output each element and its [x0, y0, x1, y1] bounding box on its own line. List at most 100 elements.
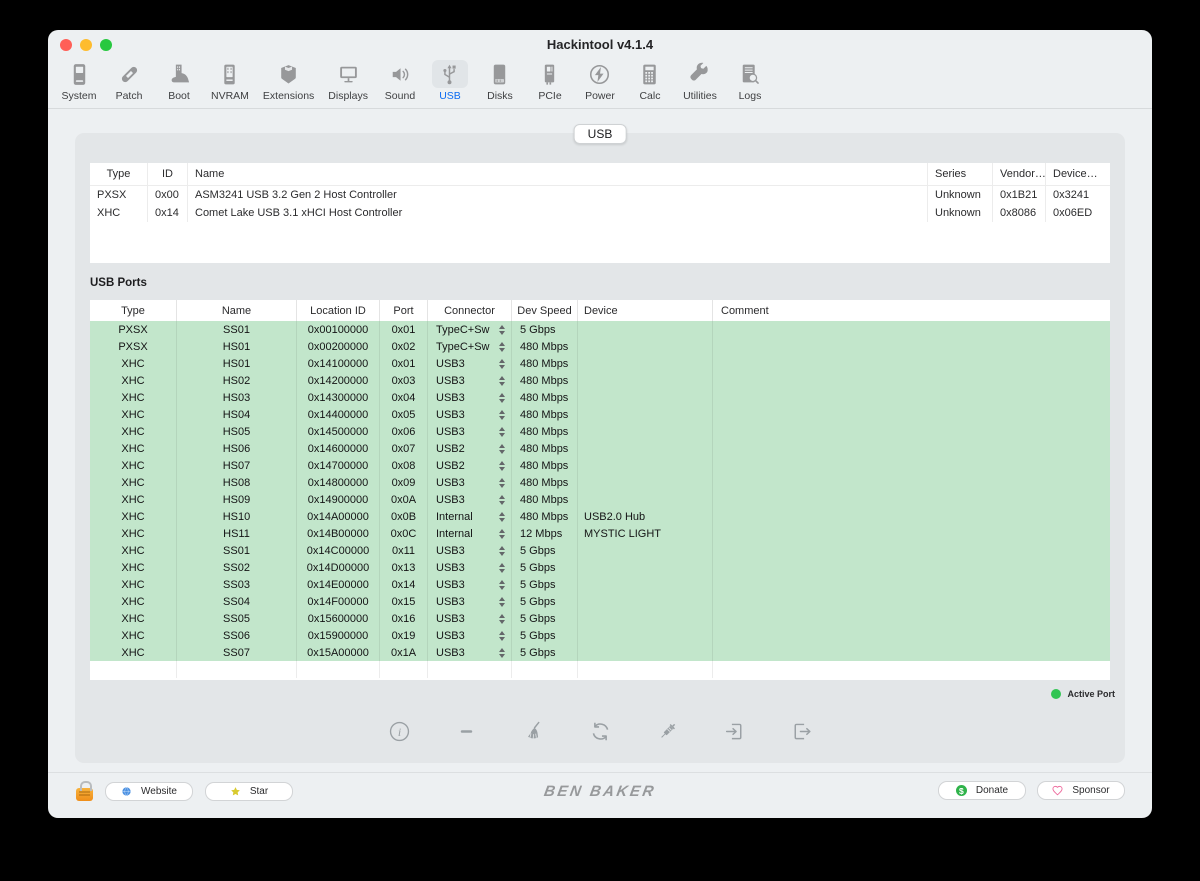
clean-icon[interactable] [520, 718, 546, 744]
controller-row[interactable]: PXSX 0x00 ASM3241 USB 3.2 Gen 2 Host Con… [90, 186, 1110, 204]
port-number: 0x02 [380, 338, 428, 355]
tab-boot[interactable]: Boot [154, 60, 204, 102]
tab-displays[interactable]: Displays [321, 60, 375, 102]
connector-select[interactable]: TypeC+Sw [428, 321, 512, 338]
usb-port-row[interactable]: XHC SS03 0x14E00000 0x14 USB3 5 Gbps [90, 576, 1110, 593]
connector-select[interactable]: USB3 [428, 423, 512, 440]
tab-sound[interactable]: Sound [375, 60, 425, 102]
col-name[interactable]: Name [188, 163, 928, 185]
col-connector[interactable]: Connector [428, 300, 512, 321]
website-button[interactable]: Website [105, 782, 193, 801]
port-comment [713, 542, 1110, 559]
globe-icon [121, 786, 132, 797]
col-id[interactable]: ID [148, 163, 188, 185]
import-icon[interactable] [721, 718, 747, 744]
usb-port-row[interactable]: XHC SS01 0x14C00000 0x11 USB3 5 Gbps [90, 542, 1110, 559]
tab-calc[interactable]: Calc [625, 60, 675, 102]
col-type[interactable]: Type [90, 300, 177, 321]
controllers-table: Type ID Name Series Vendor… Device… PXSX… [90, 163, 1110, 263]
star-button[interactable]: Star [205, 782, 293, 801]
empty-cell [90, 661, 177, 678]
connector-select[interactable]: USB3 [428, 491, 512, 508]
connector-select[interactable]: USB3 [428, 406, 512, 423]
tab-power[interactable]: Power [575, 60, 625, 102]
col-device[interactable]: Device [578, 300, 713, 321]
col-vendor[interactable]: Vendor… [993, 163, 1046, 185]
col-comment[interactable]: Comment [713, 300, 1110, 321]
usb-port-row[interactable]: XHC SS06 0x15900000 0x19 USB3 5 Gbps [90, 627, 1110, 644]
tab-extensions[interactable]: Extensions [256, 60, 321, 102]
usb-port-row[interactable]: XHC HS10 0x14A00000 0x0B Internal 480 Mb… [90, 508, 1110, 525]
usb-port-row[interactable]: XHC HS04 0x14400000 0x05 USB3 480 Mbps [90, 406, 1110, 423]
connector-select[interactable]: USB2 [428, 457, 512, 474]
connector-value: USB2 [436, 443, 465, 455]
port-dev-speed: 480 Mbps [512, 389, 578, 406]
port-type: XHC [90, 406, 177, 423]
usb-port-row[interactable]: PXSX SS01 0x00100000 0x01 TypeC+Sw 5 Gbp… [90, 321, 1110, 338]
lock-icon[interactable] [76, 788, 93, 801]
col-device[interactable]: Device… [1046, 163, 1110, 185]
tab-disks[interactable]: Disks [475, 60, 525, 102]
export-icon[interactable] [788, 718, 814, 744]
usb-port-row[interactable]: XHC HS09 0x14900000 0x0A USB3 480 Mbps [90, 491, 1110, 508]
boot-icon [161, 60, 197, 88]
col-series[interactable]: Series [928, 163, 993, 185]
zoom-button[interactable] [100, 39, 112, 51]
col-port[interactable]: Port [380, 300, 428, 321]
col-dev-speed[interactable]: Dev Speed [512, 300, 578, 321]
remove-icon[interactable] [453, 718, 479, 744]
sponsor-button[interactable]: Sponsor [1037, 781, 1125, 800]
usb-port-row[interactable]: XHC HS06 0x14600000 0x07 USB2 480 Mbps [90, 440, 1110, 457]
inject-icon[interactable] [654, 718, 680, 744]
controller-row[interactable]: XHC 0x14 Comet Lake USB 3.1 xHCI Host Co… [90, 204, 1110, 222]
connector-select[interactable]: USB3 [428, 593, 512, 610]
info-icon[interactable]: i [386, 718, 412, 744]
tab-patch[interactable]: Patch [104, 60, 154, 102]
port-number: 0x1A [380, 644, 428, 661]
tab-label: Disks [487, 90, 513, 102]
usb-port-row[interactable]: XHC SS07 0x15A00000 0x1A USB3 5 Gbps [90, 644, 1110, 661]
col-type[interactable]: Type [90, 163, 148, 185]
connector-select[interactable]: USB3 [428, 372, 512, 389]
connector-select[interactable]: USB3 [428, 559, 512, 576]
port-dev-speed: 480 Mbps [512, 474, 578, 491]
connector-select[interactable]: USB3 [428, 389, 512, 406]
tab-logs[interactable]: Logs [725, 60, 775, 102]
connector-select[interactable]: USB3 [428, 576, 512, 593]
empty-row [90, 661, 1110, 678]
connector-select[interactable]: USB3 [428, 474, 512, 491]
usb-port-row[interactable]: PXSX HS01 0x00200000 0x02 TypeC+Sw 480 M… [90, 338, 1110, 355]
usb-port-row[interactable]: XHC SS02 0x14D00000 0x13 USB3 5 Gbps [90, 559, 1110, 576]
donate-button[interactable]: $ Donate [938, 781, 1026, 800]
connector-select[interactable]: Internal [428, 525, 512, 542]
usb-port-row[interactable]: XHC HS05 0x14500000 0x06 USB3 480 Mbps [90, 423, 1110, 440]
refresh-icon[interactable] [587, 718, 613, 744]
usb-port-row[interactable]: XHC HS11 0x14B00000 0x0C Internal 12 Mbp… [90, 525, 1110, 542]
usb-port-row[interactable]: XHC HS07 0x14700000 0x08 USB2 480 Mbps [90, 457, 1110, 474]
minimize-button[interactable] [80, 39, 92, 51]
tab-usb[interactable]: USB [425, 60, 475, 102]
tab-nvram[interactable]: NVRAM [204, 60, 256, 102]
sponsor-label: Sponsor [1072, 785, 1109, 796]
usb-port-row[interactable]: XHC SS05 0x15600000 0x16 USB3 5 Gbps [90, 610, 1110, 627]
usb-port-row[interactable]: XHC HS02 0x14200000 0x03 USB3 480 Mbps [90, 372, 1110, 389]
connector-select[interactable]: USB3 [428, 644, 512, 661]
connector-select[interactable]: TypeC+Sw [428, 338, 512, 355]
col-name[interactable]: Name [177, 300, 297, 321]
tab-pcie[interactable]: PCIe [525, 60, 575, 102]
connector-select[interactable]: USB3 [428, 610, 512, 627]
usb-port-row[interactable]: XHC SS04 0x14F00000 0x15 USB3 5 Gbps [90, 593, 1110, 610]
connector-select[interactable]: Internal [428, 508, 512, 525]
col-location-id[interactable]: Location ID [297, 300, 380, 321]
usb-segment-button[interactable]: USB [574, 124, 627, 144]
connector-select[interactable]: USB2 [428, 440, 512, 457]
usb-port-row[interactable]: XHC HS03 0x14300000 0x04 USB3 480 Mbps [90, 389, 1110, 406]
close-button[interactable] [60, 39, 72, 51]
usb-port-row[interactable]: XHC HS01 0x14100000 0x01 USB3 480 Mbps [90, 355, 1110, 372]
usb-port-row[interactable]: XHC HS08 0x14800000 0x09 USB3 480 Mbps [90, 474, 1110, 491]
connector-select[interactable]: USB3 [428, 542, 512, 559]
tab-system[interactable]: System [54, 60, 104, 102]
tab-utilities[interactable]: Utilities [675, 60, 725, 102]
connector-select[interactable]: USB3 [428, 355, 512, 372]
connector-select[interactable]: USB3 [428, 627, 512, 644]
